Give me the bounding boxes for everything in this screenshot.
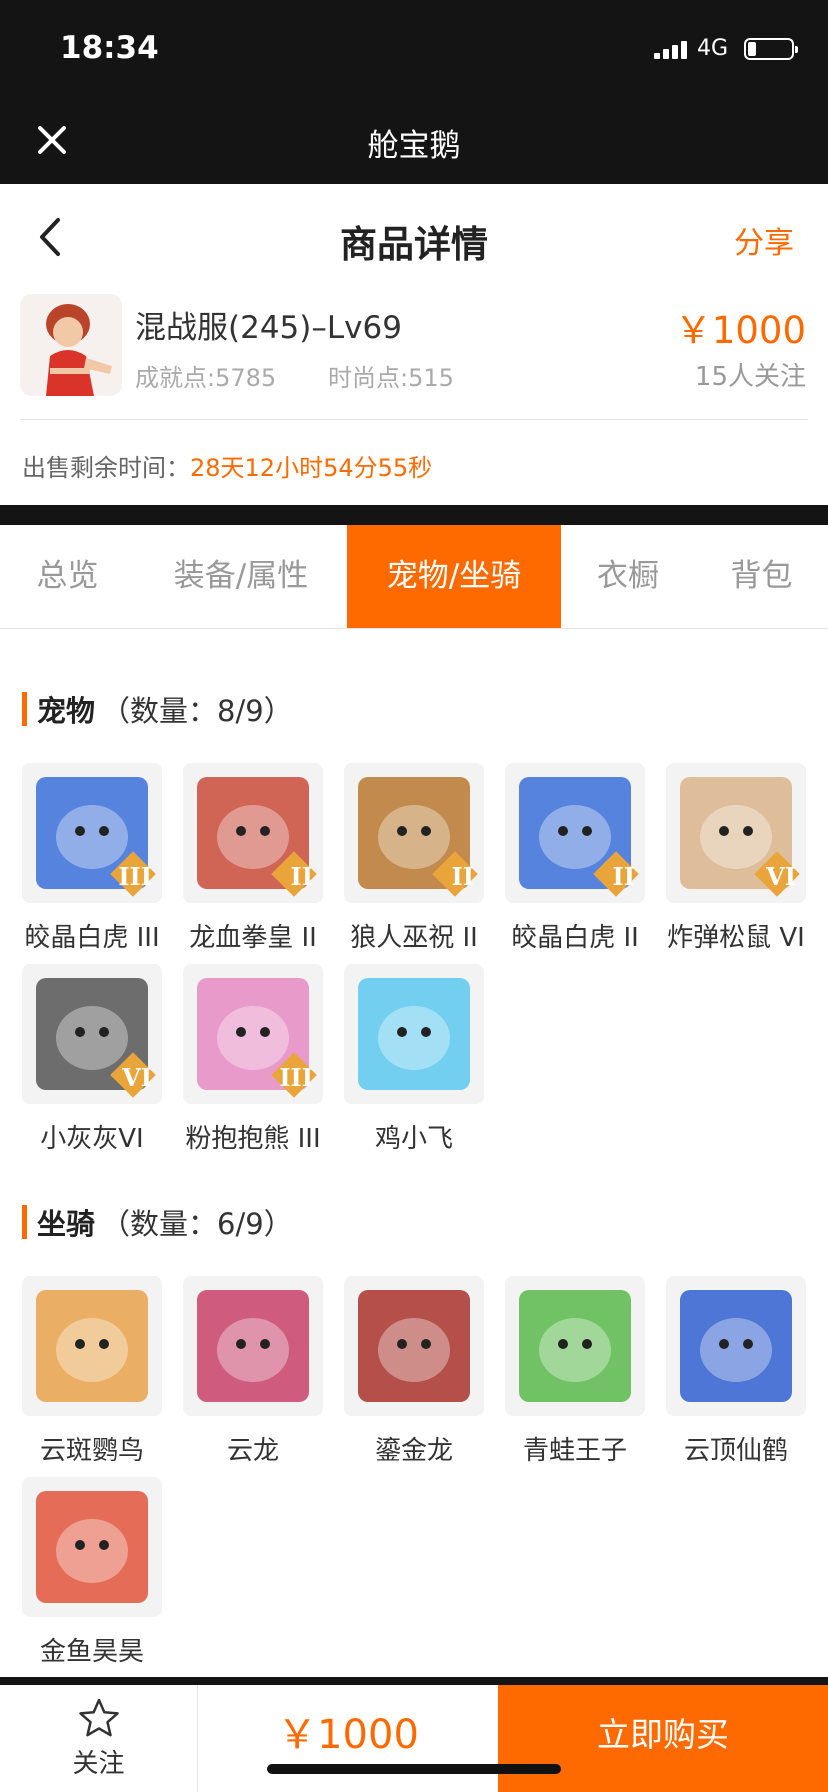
item-name: 青蛙王子: [522, 1436, 627, 1466]
pets-title: 宠物: [37, 694, 96, 728]
item-name: 炸弹松鼠 VI: [667, 923, 805, 953]
item-thumbnail: VI: [666, 763, 806, 903]
grid-item[interactable]: 青蛙王子: [495, 1276, 655, 1467]
tab-backpack[interactable]: 背包: [695, 525, 828, 628]
tab-wardrobe[interactable]: 衣橱: [561, 525, 695, 628]
detail-header: 商品详情 分享: [0, 184, 828, 290]
tab-pets-mounts[interactable]: 宠物/坐骑: [347, 525, 561, 628]
section-divider: [0, 505, 828, 525]
sale-time-value: 28天12小时54分55秒: [190, 454, 433, 482]
battery-icon: [744, 37, 798, 60]
bottom-bar: 关注 ￥1000 立即购买: [0, 1677, 828, 1792]
tab-overview[interactable]: 总览: [0, 525, 135, 628]
home-indicator: [267, 1764, 561, 1774]
grid-item[interactable]: III 粉抱抱熊 III: [173, 964, 333, 1155]
item-thumbnail: [344, 1276, 484, 1416]
buy-now-button[interactable]: 立即购买: [498, 1685, 828, 1792]
item-thumbnail: II: [505, 763, 645, 903]
section-accent: [22, 692, 27, 726]
item-thumbnail: II: [344, 763, 484, 903]
grid-item[interactable]: III 皎晶白虎 III: [12, 763, 172, 954]
tab-equipment[interactable]: 装备/属性: [135, 525, 347, 628]
mounts-section-title: 坐骑 （数量：6/9）: [22, 1201, 293, 1243]
grid-item[interactable]: 云斑鹦鸟: [12, 1276, 172, 1467]
grid-item[interactable]: 鎏金龙: [334, 1276, 494, 1467]
divider: [20, 419, 808, 420]
grid-item[interactable]: 云龙: [173, 1276, 333, 1467]
item-thumbnail: II: [183, 763, 323, 903]
item-thumbnail: [666, 1276, 806, 1416]
item-thumbnail: III: [22, 763, 162, 903]
bottom-price: ￥1000: [277, 1712, 419, 1758]
star-icon: [79, 1698, 119, 1737]
signal-icon: [653, 39, 687, 59]
share-button[interactable]: 分享: [734, 218, 794, 262]
item-name: 狼人巫祝 II: [350, 923, 478, 953]
item-name: 云斑鹦鸟: [39, 1436, 144, 1466]
character-avatar: [20, 294, 122, 396]
item-name: 云龙: [226, 1436, 279, 1466]
page-title: 商品详情: [340, 223, 488, 266]
product-price: ￥1000: [674, 309, 806, 352]
pets-section-title: 宠物 （数量：8/9）: [22, 688, 293, 730]
item-thumbnail: [183, 1276, 323, 1416]
grade-badge-text: II: [451, 862, 474, 891]
item-name: 金鱼昊昊: [39, 1637, 144, 1667]
grid-item[interactable]: 金鱼昊昊: [12, 1477, 172, 1668]
grade-badge-text: III: [279, 1063, 313, 1092]
grade-badge-text: VI: [766, 862, 796, 891]
grid-item[interactable]: II 狼人巫祝 II: [334, 763, 494, 954]
item-name: 鸡小飞: [374, 1124, 453, 1154]
grid-item[interactable]: 鸡小飞: [334, 964, 494, 1155]
sale-time-label: 出售剩余时间：: [22, 454, 190, 482]
product-name: 混战服(245)–Lv69: [135, 310, 402, 346]
grade-badge-text: VI: [122, 1063, 152, 1092]
item-thumbnail: VI: [22, 964, 162, 1104]
grade-badge-text: III: [118, 862, 152, 891]
product-summary: 混战服(245)–Lv69 成就点:5785 时尚点:515 ￥1000 15人…: [0, 290, 828, 420]
app-title: 舱宝鹅: [367, 128, 461, 164]
grid-item[interactable]: 云顶仙鹤: [656, 1276, 816, 1467]
item-name: 龙血拳皇 II: [189, 923, 317, 953]
tab-bar: 总览 装备/属性 宠物/坐骑 衣橱 背包: [0, 525, 828, 629]
item-name: 小灰灰VI: [40, 1124, 144, 1154]
grid-item[interactable]: II 皎晶白虎 II: [495, 763, 655, 954]
item-name: 粉抱抱熊 III: [185, 1124, 321, 1154]
item-thumbnail: III: [183, 964, 323, 1104]
item-thumbnail: [344, 964, 484, 1104]
grid-item[interactable]: VI 小灰灰VI: [12, 964, 172, 1155]
app-bar: 舱宝鹅: [0, 100, 828, 184]
item-thumbnail: [505, 1276, 645, 1416]
follower-count: 15人关注: [694, 362, 806, 392]
achievement-points: 成就点:5785: [135, 364, 277, 392]
item-thumbnail: [22, 1477, 162, 1617]
network-label: 4G: [696, 36, 728, 61]
item-name: 鎏金龙: [374, 1436, 453, 1466]
item-thumbnail: [22, 1276, 162, 1416]
status-time: 18:34: [60, 30, 159, 66]
fashion-points: 时尚点:515: [328, 364, 454, 392]
follow-button[interactable]: 关注: [0, 1685, 198, 1792]
grade-badge-text: II: [612, 862, 635, 891]
grid-item[interactable]: II 龙血拳皇 II: [173, 763, 333, 954]
grade-badge-text: II: [290, 862, 313, 891]
pets-count: （数量：8/9）: [101, 694, 293, 728]
item-name: 皎晶白虎 III: [24, 923, 160, 953]
grid-item[interactable]: VI 炸弹松鼠 VI: [656, 763, 816, 954]
item-name: 云顶仙鹤: [683, 1436, 788, 1466]
section-accent: [22, 1205, 27, 1239]
sale-time: 出售剩余时间：28天12小时54分55秒: [22, 448, 432, 483]
follow-label: 关注: [72, 1749, 125, 1779]
item-name: 皎晶白虎 II: [511, 923, 639, 953]
status-indicators: 4G: [653, 36, 798, 61]
status-bar: 18:34 4G: [0, 0, 828, 100]
mounts-title: 坐骑: [37, 1207, 96, 1241]
mounts-count: （数量：6/9）: [101, 1207, 293, 1241]
